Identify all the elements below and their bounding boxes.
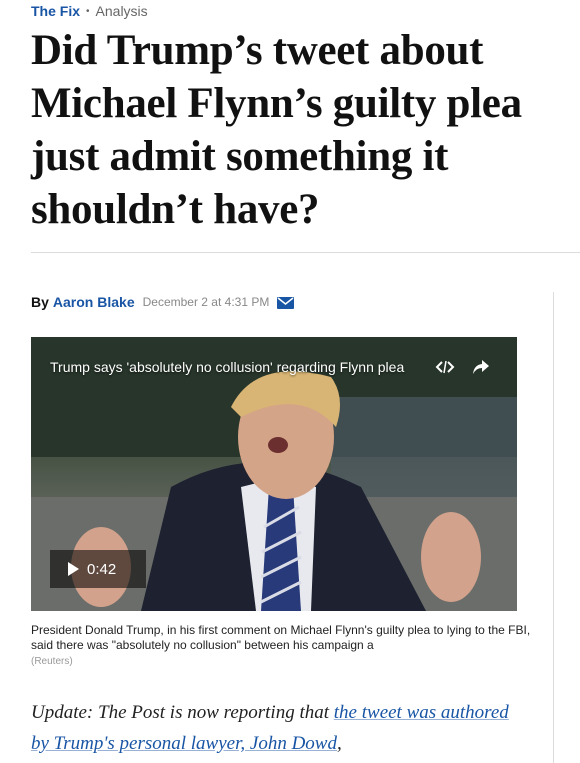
- article-body-paragraph: Update: The Post is now reporting that t…: [31, 697, 531, 759]
- body-trail-text: ,: [336, 733, 342, 754]
- author-link[interactable]: Aaron Blake: [53, 294, 135, 310]
- kicker-separator: •: [86, 5, 90, 17]
- analysis-label: Analysis: [95, 3, 148, 19]
- body-lead-text: Update: The Post is now reporting that: [31, 702, 334, 723]
- section-link-the-fix[interactable]: The Fix: [31, 3, 80, 19]
- photo-credit: (Reuters): [31, 656, 73, 667]
- article-kicker: The Fix • Analysis: [31, 3, 148, 19]
- embed-code-icon[interactable]: [435, 357, 455, 377]
- video-duration: 0:42: [87, 560, 117, 578]
- video-caption: President Donald Trump, in his first com…: [31, 623, 531, 652]
- envelope-icon[interactable]: [277, 296, 295, 309]
- byline: By Aaron Blake December 2 at 4:31 PM: [31, 294, 295, 310]
- publish-date: December 2 at 4:31 PM: [142, 295, 270, 309]
- headline-divider: [31, 252, 580, 253]
- video-title: Trump says 'absolutely no collusion' reg…: [50, 359, 405, 375]
- share-arrow-icon[interactable]: [471, 357, 491, 377]
- video-player[interactable]: Trump says 'absolutely no collusion' reg…: [31, 337, 517, 611]
- byline-by: By: [31, 294, 49, 310]
- play-icon: [68, 562, 79, 576]
- play-button[interactable]: 0:42: [50, 550, 146, 588]
- sidebar-divider: [553, 292, 554, 763]
- article-headline: Did Trump’s tweet about Michael Flynn’s …: [31, 27, 522, 233]
